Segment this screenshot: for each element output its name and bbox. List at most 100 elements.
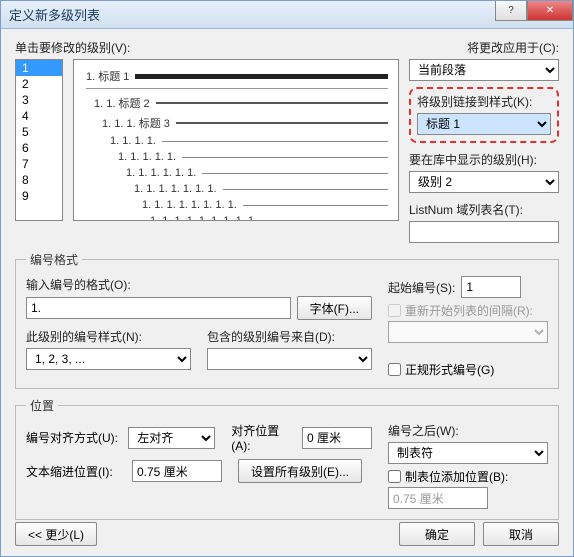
includeprev-col: 包含的级别编号来自(D): [207,328,372,370]
alignat-input[interactable] [302,427,372,449]
alignat-label: 对齐位置(A): [231,422,296,453]
legal-label: 正规形式编号(G) [405,361,494,378]
indentat-input[interactable] [132,460,222,482]
right-column: 将更改应用于(C): 当前段落 将级别链接到样式(K): 标题 1 要在库中显示… [409,39,559,243]
number-format-legend: 编号格式 [26,251,82,268]
preview-line: 1. 1. 1. 1. 1. 1. [126,167,388,179]
preview-bar [156,102,388,104]
apply-to-label: 将更改应用于(C): [409,39,559,56]
preview-line: 1. 1. 1. 1. [110,135,388,147]
less-button[interactable]: << 更少(L) [15,522,97,546]
preview-bar [263,221,388,222]
footer-right: 确定 取消 [399,522,559,546]
ok-button[interactable]: 确定 [399,522,475,546]
titlebar: 定义新多级列表 ? ✕ [1,1,573,29]
preview-line: 1. 1. 1. 标题 3 [102,115,388,131]
preview-line: 1. 1. 1. 1. 1. 1. 1. [134,183,388,195]
footer: << 更少(L) 确定 取消 [15,522,559,546]
click-level-label: 单击要修改的级别(V): [15,39,399,56]
level-item[interactable]: 9 [16,188,62,204]
startat-input[interactable] [461,276,521,298]
includeprev-label: 包含的级别编号来自(D): [207,328,372,345]
listnum-label: ListNum 域列表名(T): [409,201,559,218]
show-gallery-field: 要在库中显示的级别(H): 级别 2 [409,151,559,193]
restart-checkbox [388,304,401,317]
enter-format-row: 字体(F)... [26,296,372,320]
tabpos-input [388,487,488,509]
preview-bar [176,122,388,124]
level-item[interactable]: 1 [16,60,62,76]
preview-line: 1. 1. 1. 1. 1. 1. 1. 1. [142,199,388,211]
addtab-label: 制表位添加位置(B): [405,468,508,485]
alignment-select[interactable]: 左对齐 [128,427,215,449]
preview-line: 1. 1. 标题 2 [94,95,388,111]
preview-number: 1. 1. 1. 1. [110,135,156,147]
listnum-input[interactable] [409,221,559,243]
level-item[interactable]: 8 [16,172,62,188]
apply-to-select[interactable]: 当前段落 [409,59,559,81]
numstyle-col: 此级别的编号样式(N): 1, 2, 3, ... [26,328,191,370]
position-legend: 位置 [26,397,58,414]
preview-line: 1. 标题 1 [86,68,388,84]
show-gallery-select[interactable]: 级别 2 [409,171,559,193]
preview-bar [182,157,388,158]
preview-number: 1. 1. 1. 1. 1. 1. [126,167,196,179]
numstyle-select[interactable]: 1, 2, 3, ... [26,348,191,370]
legal-checkbox[interactable] [388,363,401,376]
addtab-checkbox[interactable] [388,470,401,483]
level-listbox[interactable]: 123456789 [15,59,63,221]
preview-number: 1. 1. 1. 标题 3 [102,115,170,131]
level-item[interactable]: 2 [16,76,62,92]
preview-number: 1. 1. 1. 1. 1. 1. 1. 1. [142,199,237,211]
preview-number: 1. 1. 1. 1. 1. [118,151,176,163]
preview-pane: 1. 标题 1 1. 1. 标题 2 1. 1. 1. 标题 3 1. 1. 1. 1… [73,59,399,221]
window-controls: ? ✕ [495,1,573,21]
level-item[interactable]: 6 [16,140,62,156]
pos-right: 编号之后(W): 制表符 制表位添加位置(B): [388,422,548,509]
followby-select[interactable]: 制表符 [388,442,548,464]
top-row: 单击要修改的级别(V): 123456789 1. 标题 1 1. 1. 标题 2… [15,39,559,243]
pos-left: 编号对齐方式(U): 左对齐 对齐位置(A): 文本缩进位置(I): 设置所有级… [26,422,372,509]
set-all-button[interactable]: 设置所有级别(E)... [238,459,362,483]
preview-number: 1. 1. 1. 1. 1. 1. 1. 1. 1. [150,215,257,221]
link-style-select[interactable]: 标题 1 [417,113,551,135]
level-item[interactable]: 3 [16,92,62,108]
indent-row: 文本缩进位置(I): 设置所有级别(E)... [26,459,372,483]
preview-line: 1. 1. 1. 1. 1. [118,151,388,163]
pos-grid: 编号对齐方式(U): 左对齐 对齐位置(A): 文本缩进位置(I): 设置所有级… [26,422,548,509]
dialog-body: 单击要修改的级别(V): 123456789 1. 标题 1 1. 1. 标题 2… [1,29,573,530]
position-group: 位置 编号对齐方式(U): 左对齐 对齐位置(A): 文本缩进位置(I): 设置… [15,397,559,520]
restart-checkbox-row: 重新开始列表的间隔(R): [388,302,548,319]
help-button[interactable]: ? [495,1,527,21]
listnum-field: ListNum 域列表名(T): [409,201,559,243]
numfmt-left: 输入编号的格式(O): 字体(F)... 此级别的编号样式(N): 1, 2, … [26,276,372,378]
link-style-frame: 将级别链接到样式(K): 标题 1 [409,87,559,143]
legal-checkbox-row: 正规形式编号(G) [388,361,548,378]
dialog-window: 定义新多级列表 ? ✕ 单击要修改的级别(V): 123456789 1. 标题… [0,0,574,557]
dialog-title: 定义新多级列表 [9,5,100,24]
show-gallery-label: 要在库中显示的级别(H): [409,151,559,168]
enter-format-input[interactable] [26,297,291,319]
cancel-button[interactable]: 取消 [483,522,559,546]
level-item[interactable]: 4 [16,108,62,124]
preview-bar [162,141,388,142]
enter-format-label: 输入编号的格式(O): [26,276,372,293]
numfmt-right: 起始编号(S): 重新开始列表的间隔(R): 正规形式编号(G) [388,276,548,378]
left-top: 单击要修改的级别(V): 123456789 1. 标题 1 1. 1. 标题 2… [15,39,399,243]
restart-label: 重新开始列表的间隔(R): [405,302,533,319]
number-format-group: 编号格式 输入编号的格式(O): 字体(F)... 此级别的编号样式(N): 1… [15,251,559,389]
font-button[interactable]: 字体(F)... [297,296,372,320]
includeprev-select[interactable] [207,348,372,370]
preview-bar [202,173,388,174]
level-item[interactable]: 5 [16,124,62,140]
restart-select [388,321,548,343]
indentat-label: 文本缩进位置(I): [26,463,126,480]
preview-line: 1. 1. 1. 1. 1. 1. 1. 1. 1. [150,215,388,221]
numstyle-label: 此级别的编号样式(N): [26,328,191,345]
style-row: 此级别的编号样式(N): 1, 2, 3, ... 包含的级别编号来自(D): [26,328,372,370]
alignment-row: 编号对齐方式(U): 左对齐 对齐位置(A): [26,422,372,453]
preview-bar [135,74,388,79]
addtab-row: 制表位添加位置(B): [388,468,548,485]
level-item[interactable]: 7 [16,156,62,172]
close-button[interactable]: ✕ [527,1,573,21]
